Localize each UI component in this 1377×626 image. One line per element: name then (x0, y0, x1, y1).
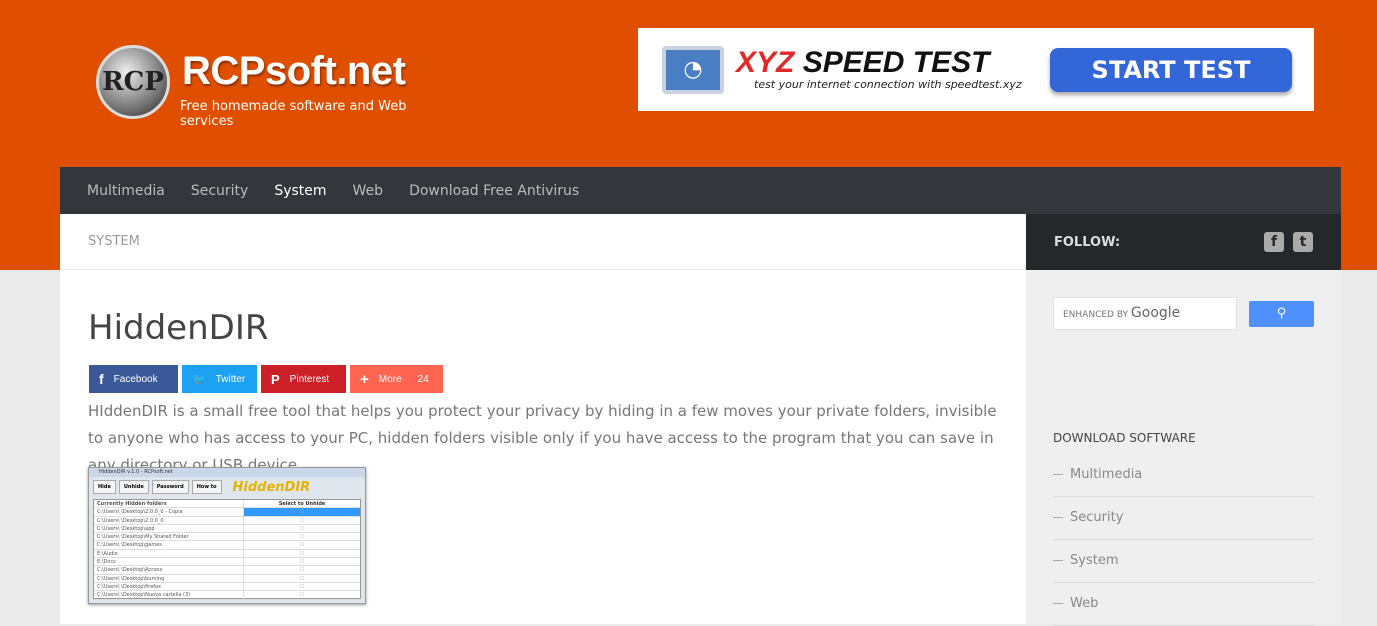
share-twitter-button[interactable]: 🐦 Twitter (182, 365, 257, 393)
share-pinterest-button[interactable]: P Pinterest (261, 365, 346, 393)
screenshot-col1: Currently Hidden folders (94, 500, 244, 508)
facebook-icon: f (99, 371, 104, 387)
screenshot-path: C:\Users\ \Desktop\app (94, 524, 244, 533)
main-content: SYSTEM HiddenDIR f Facebook 🐦 Twitter P Pin… (60, 214, 1026, 624)
screenshot-path: E:\Audio (94, 549, 244, 558)
nav-multimedia[interactable]: Multimedia (87, 183, 165, 199)
ad-brand-rest: SPEED TEST (802, 46, 990, 79)
screenshot-window-title: HiddenDIR v.1.0 - RCPsoft.net (89, 468, 365, 477)
screenshot-hide: Hide (93, 480, 116, 494)
screenshot-howto: How to (191, 480, 222, 494)
search-icon: ⚲ (1276, 306, 1287, 321)
screenshot-row: C:\Users\ \Desktop\firefox ☐ (94, 582, 360, 592)
checkbox-icon: ☐ (299, 550, 305, 557)
screenshot-logo: HiddenDIR (232, 479, 311, 495)
page-title: HiddenDIR (88, 308, 269, 348)
ad-title: XYZ SPEED TEST (736, 48, 1026, 78)
share-facebook-button[interactable]: f Facebook (89, 365, 178, 393)
checkbox-icon: ☐ (299, 592, 305, 599)
nav-download-antivirus[interactable]: Download Free Antivirus (409, 183, 579, 199)
nav-security[interactable]: Security (191, 183, 249, 199)
nav-system[interactable]: System (274, 183, 326, 199)
screenshot-row: E:\Audio ☐ (94, 549, 360, 559)
screenshot-row: C:\Users\ \Desktop\games ☐ (94, 541, 360, 550)
screenshot-row: C:\Users\ \Desktop\Access ☐ (94, 566, 360, 575)
share-buttons: f Facebook 🐦 Twitter P Pinterest + More 24 (89, 365, 443, 393)
screenshot-row: C:\Users\ \Desktop\app ☐ (94, 524, 360, 534)
screenshot-path: C:\Users\ \Desktop\games (94, 541, 244, 549)
ad-banner[interactable]: ◔ XYZ SPEED TEST test your internet conn… (638, 28, 1314, 111)
ad-brand-xyz: XYZ (736, 46, 795, 79)
sidebar: FOLLOW: f t ENHANCED BY Google ⚲ DOWNLOA… (1026, 214, 1341, 626)
pinterest-icon: P (271, 371, 280, 387)
checkbox-icon: ☐ (299, 567, 305, 574)
speedometer-icon: ◔ (662, 45, 724, 94)
logo-title: RCPsoft.net (182, 49, 406, 93)
breadcrumb: SYSTEM (60, 214, 1026, 270)
screenshot-path: C:\Users\ \Desktop\2.0.0_0 - Copia (94, 508, 244, 516)
checkbox-icon: ☐ (299, 534, 305, 541)
ad-tagline: test your internet connection with speed… (754, 78, 1022, 91)
screenshot-path: C:\Users\ \Desktop\Nuova cartella (3) (94, 591, 244, 599)
search-input[interactable]: ENHANCED BY Google (1053, 297, 1237, 330)
share-label: Twitter (215, 373, 246, 385)
screenshot-row: C:\Users\ \Desktop\Nuova cartella (3) ☐ (94, 591, 360, 600)
screenshot-row: C:\Users\ \Desktop\2.0.0_0 ☐ (94, 516, 360, 525)
screenshot-unhide: Unhide (118, 480, 149, 494)
logo-emblem: RCP (96, 45, 170, 119)
search-placeholder-brand: Google (1130, 305, 1181, 321)
follow-label: FOLLOW: (1054, 234, 1121, 250)
screenshot-path: C:\Users\ \Desktop\My Shared Folder (94, 533, 244, 541)
sidebar-link-security[interactable]: Security (1053, 497, 1314, 540)
screenshot-row: E:\Docs ☐ (94, 558, 360, 567)
checkbox-icon: ☐ (299, 559, 305, 566)
screenshot-path: E:\Docs (94, 558, 244, 566)
nav-web[interactable]: Web (353, 183, 384, 199)
share-label: Facebook (113, 373, 158, 385)
search-button[interactable]: ⚲ (1249, 301, 1314, 327)
main-nav: Multimedia Security System Web Download … (60, 167, 1341, 214)
checkbox-icon: ☐ (299, 575, 305, 582)
sidebar-link-system[interactable]: System (1053, 540, 1314, 583)
search-placeholder: ENHANCED BY (1063, 310, 1129, 320)
start-test-button[interactable]: START TEST (1050, 47, 1292, 92)
screenshot-table: Currently Hidden folders Select to Unhide… (93, 499, 361, 600)
sidebar-link-multimedia[interactable]: Multimedia (1053, 454, 1314, 497)
checkbox-icon: ☐ (299, 525, 305, 532)
facebook-icon[interactable]: f (1264, 232, 1284, 252)
share-more-button[interactable]: + More 24 (350, 365, 443, 393)
checkbox-icon: ☐ (244, 508, 360, 516)
screenshot-row: C:\Users\ \Desktop\burning ☐ (94, 574, 360, 583)
screenshot-row: C:\Users\ \Desktop\My Shared Folder ☐ (94, 533, 360, 542)
site-logo[interactable]: RCP RCPsoft.net Free homemade software a… (96, 45, 436, 129)
screenshot-path: C:\Users\ \Desktop\Access (94, 566, 244, 574)
screenshot-password: Password (151, 480, 189, 494)
share-label: More (378, 373, 402, 385)
screenshot-path: C:\Users\ \Desktop\2.0.0_0 (94, 516, 244, 524)
checkbox-icon: ☐ (299, 583, 305, 590)
twitter-icon: 🐦 (192, 373, 206, 386)
checkbox-icon: ☐ (299, 517, 305, 524)
twitter-icon[interactable]: t (1293, 232, 1313, 252)
app-screenshot[interactable]: HiddenDIR v.1.0 - RCPsoft.net Hide Unhid… (88, 467, 366, 604)
screenshot-col2: Select to Unhide (278, 501, 326, 507)
screenshot-path: C:\Users\ \Desktop\burning (94, 574, 244, 582)
screenshot-row: C:\Users\ \Desktop\2.0.0_0 - Copia ☐ (94, 508, 360, 517)
screenshot-path: C:\Users\ \Desktop\firefox (94, 582, 244, 591)
checkbox-icon: ☐ (299, 542, 305, 549)
sidebar-link-web[interactable]: Web (1053, 583, 1314, 626)
plus-icon: + (360, 370, 369, 388)
share-label: Pinterest (289, 373, 330, 385)
logo-subtitle: Free homemade software and Web services (180, 99, 407, 129)
share-count: 24 (417, 373, 429, 385)
download-heading: DOWNLOAD SOFTWARE (1053, 431, 1196, 445)
